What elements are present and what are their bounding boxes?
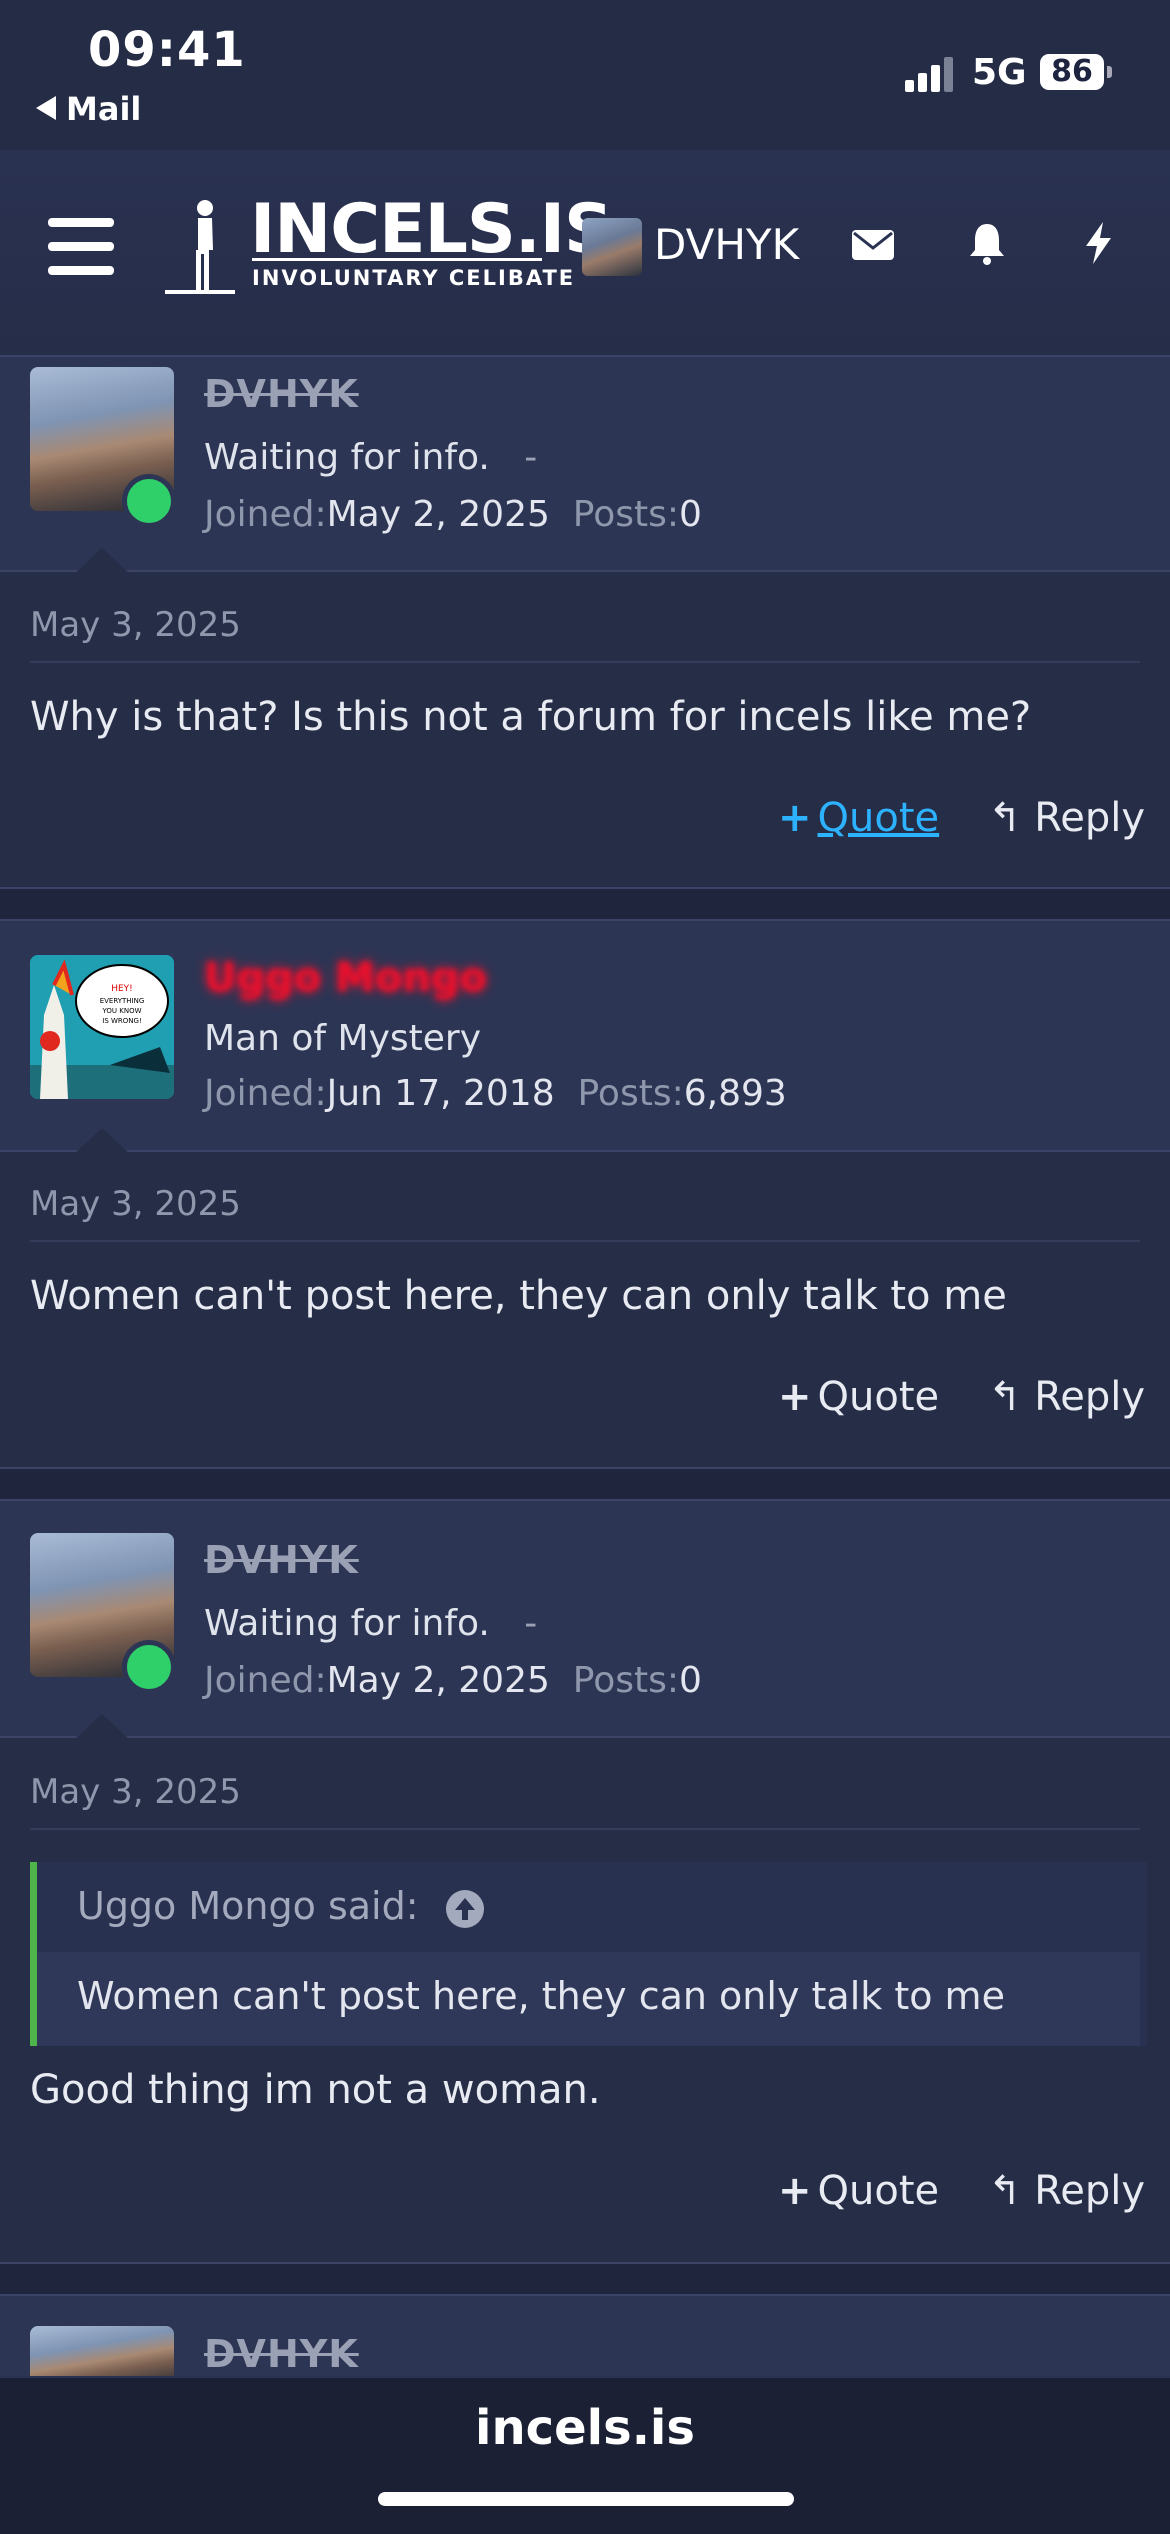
quote-block: Uggo Mongo said: Women can't post here, … <box>30 1862 1147 2046</box>
bell-icon[interactable] <box>964 220 1010 266</box>
header-username[interactable]: DVHYK <box>654 220 799 269</box>
address-bar-domain[interactable]: incels.is <box>0 2400 1170 2456</box>
battery-icon: 86 <box>1040 54 1112 90</box>
post-message: Good thing im not a woman. <box>30 2067 601 2113</box>
online-status-indicator <box>122 474 176 528</box>
quote-text: Women can't post here, they can only tal… <box>77 1974 1005 2018</box>
svg-text:EVERYTHING: EVERYTHING <box>100 997 145 1005</box>
reply-arrow-icon: ↰ <box>988 1374 1022 1420</box>
post-date[interactable]: May 3, 2025 <box>30 1184 241 1224</box>
post-author-name[interactable]: DVHYK <box>204 1538 359 1582</box>
site-logo-subtitle: INVOLUNTARY CELIBATE <box>252 266 576 290</box>
post-separator <box>0 887 1170 921</box>
online-status-indicator <box>122 1640 176 1694</box>
post-date[interactable]: May 3, 2025 <box>30 605 241 645</box>
post-author-panel <box>0 1501 1170 1738</box>
reply-arrow-icon: ↰ <box>988 795 1022 841</box>
back-to-mail-link[interactable]: Mail <box>36 90 141 128</box>
post-separator <box>0 1467 1170 1501</box>
user-meta: Joined:May 2, 2025 Posts:0 <box>204 494 702 535</box>
reply-button[interactable]: ↰ Reply <box>988 1374 1145 1420</box>
post-pointer <box>74 1128 130 1154</box>
jump-to-quote-icon[interactable] <box>445 1889 485 1929</box>
menu-icon[interactable] <box>48 218 114 276</box>
reply-arrow-icon: ↰ <box>988 2168 1022 2214</box>
divider <box>30 661 1140 663</box>
post-separator <box>0 2262 1170 2296</box>
header-user-avatar[interactable] <box>582 218 642 276</box>
reply-button[interactable]: ↰ Reply <box>988 795 1145 841</box>
network-type: 5G <box>972 52 1027 93</box>
quote-button[interactable]: + Quote <box>778 1374 939 1420</box>
signal-strength-icon <box>905 56 957 92</box>
user-title: Waiting for info. - <box>204 437 538 478</box>
post-author-avatar[interactable]: HEY! EVERYTHING YOU KNOW IS WRONG! <box>30 955 174 1099</box>
back-arrow-icon <box>36 96 56 120</box>
divider <box>30 1240 1140 1242</box>
user-meta: Joined:May 2, 2025 Posts:0 <box>204 1660 702 1701</box>
user-meta: Joined:Jun 17, 2018 Posts:6,893 <box>204 1073 787 1114</box>
post-date[interactable]: May 3, 2025 <box>30 1772 241 1812</box>
clock: 09:41 <box>88 22 246 78</box>
post-pointer <box>74 1714 130 1740</box>
post-author-panel <box>0 921 1170 1152</box>
quote-content: Women can't post here, they can only tal… <box>37 1952 1140 2046</box>
envelope-icon[interactable] <box>850 222 896 268</box>
reply-button[interactable]: ↰ Reply <box>988 2168 1145 2214</box>
quote-author[interactable]: Uggo Mongo said: <box>77 1884 485 1929</box>
logo-divider <box>252 258 542 261</box>
post-author-panel <box>0 2296 1170 2386</box>
user-title: Man of Mystery <box>204 1018 482 1059</box>
logo-figure-icon[interactable] <box>165 198 235 296</box>
post-author-name[interactable]: DVHYK <box>204 2332 359 2376</box>
divider <box>30 1828 1140 1830</box>
quote-button[interactable]: + Quote <box>778 795 939 841</box>
home-indicator[interactable] <box>378 2492 794 2506</box>
post-message: Women can't post here, they can only tal… <box>30 1273 1007 1319</box>
post-pointer <box>74 548 130 574</box>
lightning-icon[interactable] <box>1076 220 1122 266</box>
battery-level: 86 <box>1051 54 1093 89</box>
user-title: Waiting for info. - <box>204 1603 538 1644</box>
back-label: Mail <box>66 90 142 128</box>
svg-text:YOU KNOW: YOU KNOW <box>101 1007 141 1015</box>
quote-button[interactable]: + Quote <box>778 2168 939 2214</box>
post-message: Why is that? Is this not a forum for inc… <box>30 694 1032 740</box>
svg-text:IS WRONG!: IS WRONG! <box>102 1017 142 1025</box>
svg-text:HEY!: HEY! <box>111 984 133 994</box>
post-author-name[interactable]: DVHYK <box>204 372 359 416</box>
post-author-panel <box>0 357 1170 572</box>
post-author-name[interactable]: Uggo Mongo <box>204 955 487 1001</box>
